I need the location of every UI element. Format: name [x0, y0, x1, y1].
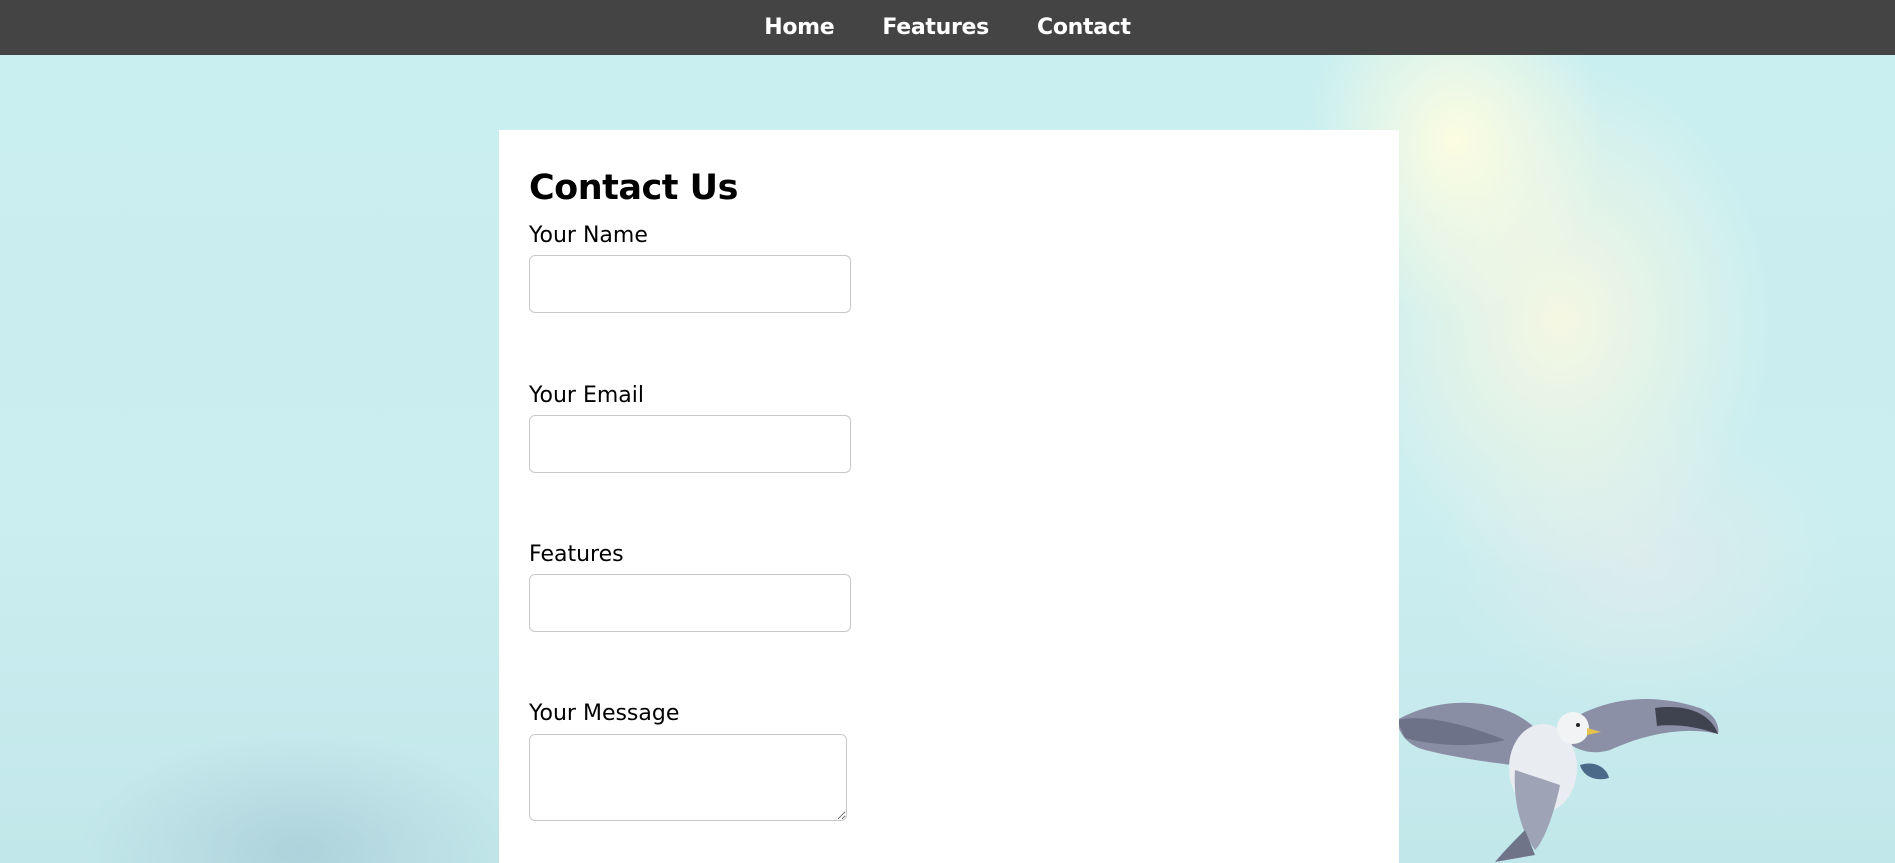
contact-form-card: Contact Us Your Name Your Email Features… — [499, 130, 1399, 863]
email-input[interactable] — [529, 415, 851, 473]
page-title: Contact Us — [529, 168, 738, 208]
name-label: Your Name — [529, 223, 648, 248]
nav-home-link[interactable]: Home — [764, 15, 834, 40]
message-label: Your Message — [529, 701, 680, 726]
seagull-image — [1397, 699, 1719, 862]
name-input[interactable] — [529, 255, 851, 313]
nav-contact-link[interactable]: Contact — [1037, 15, 1131, 40]
nav-features-link[interactable]: Features — [882, 15, 989, 40]
features-input[interactable] — [529, 574, 851, 632]
top-navbar: Home Features Contact — [0, 0, 1895, 55]
email-label: Your Email — [529, 383, 644, 408]
message-textarea[interactable] — [529, 734, 847, 821]
features-label: Features — [529, 542, 624, 567]
